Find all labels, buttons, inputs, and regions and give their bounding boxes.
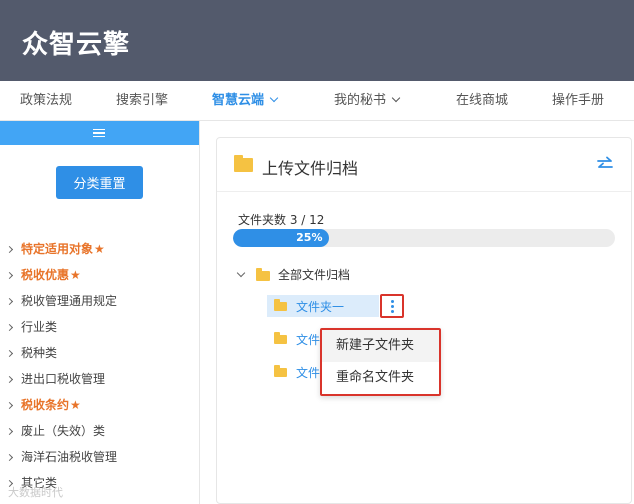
- nav-item-manual[interactable]: 操作手册: [552, 81, 604, 121]
- tree-node-label[interactable]: 文件: [296, 331, 320, 348]
- chevron-right-icon: [5, 349, 14, 358]
- sidebar-category[interactable]: 行业类: [5, 318, 57, 335]
- archive-card: 上传文件归档 文件夹数 3 / 12 25% 全部文件归档 文件夹一 文件 文件…: [216, 137, 632, 504]
- folder-icon: [256, 268, 270, 281]
- swap-icon[interactable]: [596, 155, 614, 173]
- sidebar-category[interactable]: 税收管理通用规定: [5, 292, 117, 309]
- sidebar-toggle-bar[interactable]: [0, 121, 199, 145]
- chevron-right-icon: [5, 401, 14, 410]
- chevron-right-icon: [5, 297, 14, 306]
- folder-icon: [274, 332, 287, 344]
- logo: 众智云擎: [22, 30, 131, 60]
- sidebar-category[interactable]: 废止（失效）类: [5, 422, 105, 439]
- app-header: 众智云擎: [0, 0, 634, 81]
- chevron-down-icon: [391, 93, 401, 103]
- sidebar-category[interactable]: 税种类: [5, 344, 57, 361]
- star-icon: ★: [70, 268, 81, 282]
- tree-node-label[interactable]: 文件夹一: [296, 298, 344, 315]
- folder-count: 文件夹数 3 / 12: [238, 213, 325, 227]
- progress-fill: 25%: [233, 229, 329, 247]
- sidebar-category[interactable]: 税收优惠★: [5, 266, 81, 283]
- menu-item-new-subfolder[interactable]: 新建子文件夹: [322, 330, 439, 362]
- chevron-down-icon: [269, 93, 279, 103]
- chevron-down-icon[interactable]: [236, 268, 246, 278]
- card-title: 上传文件归档: [262, 159, 359, 178]
- sidebar-category[interactable]: 进出口税收管理: [5, 370, 105, 387]
- chevron-right-icon: [5, 271, 14, 280]
- chevron-right-icon: [5, 375, 14, 384]
- context-menu: 新建子文件夹 重命名文件夹: [320, 328, 441, 396]
- nav-item-search[interactable]: 搜索引擎: [116, 81, 168, 121]
- menu-icon[interactable]: [93, 129, 105, 137]
- top-nav: 政策法规 搜索引擎 智慧云端 我的秘书 在线商城 操作手册: [0, 81, 634, 121]
- progress-bar: 25%: [233, 229, 615, 247]
- more-options-button[interactable]: [380, 294, 404, 318]
- folder-icon: [274, 365, 287, 377]
- folder-icon: [234, 155, 253, 172]
- tree-node-label[interactable]: 文件: [296, 364, 320, 381]
- sidebar-category[interactable]: 特定适用对象★: [5, 240, 105, 257]
- card-header: 上传文件归档: [217, 138, 631, 192]
- nav-item-cloud[interactable]: 智慧云端: [212, 81, 279, 121]
- chevron-right-icon: [5, 453, 14, 462]
- sidebar: 分类重置 特定适用对象★ 税收优惠★ 税收管理通用规定 行业类 税种类 进出口税…: [0, 121, 200, 504]
- folder-icon: [274, 299, 287, 311]
- chevron-right-icon: [5, 323, 14, 332]
- star-icon: ★: [94, 242, 105, 256]
- tree-root-label[interactable]: 全部文件归档: [278, 266, 350, 283]
- category-reset-button[interactable]: 分类重置: [56, 166, 143, 199]
- nav-item-mall[interactable]: 在线商城: [456, 81, 508, 121]
- sidebar-category[interactable]: 税收条约★: [5, 396, 81, 413]
- chevron-right-icon: [5, 245, 14, 254]
- nav-item-policy[interactable]: 政策法规: [20, 81, 72, 121]
- nav-item-secretary[interactable]: 我的秘书: [334, 81, 401, 121]
- star-icon: ★: [70, 398, 81, 412]
- sidebar-category[interactable]: 海洋石油税收管理: [5, 448, 117, 465]
- watermark: 大数据时代: [8, 486, 63, 499]
- chevron-right-icon: [5, 427, 14, 436]
- menu-item-rename-folder[interactable]: 重命名文件夹: [322, 362, 439, 394]
